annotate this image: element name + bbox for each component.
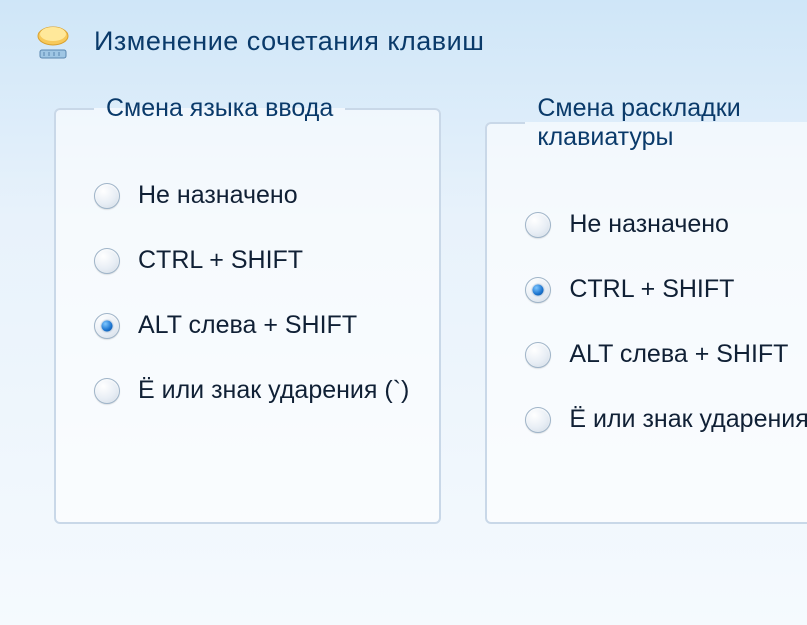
option-label: CTRL + SHIFT [569, 275, 734, 304]
dialog-title: Изменение сочетания клавиш [94, 26, 484, 57]
radio-icon[interactable] [525, 407, 551, 433]
option-not-assigned[interactable]: Не назначено [525, 210, 807, 239]
radio-icon[interactable] [94, 183, 120, 209]
group-legend: Смена языка ввода [94, 94, 345, 123]
option-ctrl-shift[interactable]: CTRL + SHIFT [525, 275, 807, 304]
dialog-header: Изменение сочетания клавиш [0, 0, 807, 94]
option-left-alt-shift[interactable]: ALT слева + SHIFT [525, 340, 807, 369]
radio-icon[interactable] [525, 342, 551, 368]
option-label: ALT слева + SHIFT [569, 340, 788, 369]
change-key-sequence-dialog: Изменение сочетания клавиш Смена языка в… [0, 0, 807, 625]
option-label: Ё или знак ударения (`) [569, 405, 807, 434]
option-grave-accent[interactable]: Ё или знак ударения (`) [94, 376, 409, 405]
option-left-alt-shift[interactable]: ALT слева + SHIFT [94, 311, 409, 340]
radio-icon[interactable] [94, 248, 120, 274]
option-ctrl-shift[interactable]: CTRL + SHIFT [94, 246, 409, 275]
group-legend: Смена раскладки клавиатуры [525, 94, 807, 152]
option-label: Не назначено [138, 181, 298, 210]
option-label: ALT слева + SHIFT [138, 311, 357, 340]
option-label: CTRL + SHIFT [138, 246, 303, 275]
option-not-assigned[interactable]: Не назначено [94, 181, 409, 210]
option-grave-accent[interactable]: Ё или знак ударения (`) [525, 405, 807, 434]
radio-icon[interactable] [94, 378, 120, 404]
option-label: Не назначено [569, 210, 729, 239]
groups-container: Смена языка ввода Не назначено CTRL + SH… [0, 94, 807, 524]
keyboard-layout-icon [32, 20, 74, 62]
radio-icon[interactable] [94, 313, 120, 339]
option-label: Ё или знак ударения (`) [138, 376, 409, 405]
group-input-language: Смена языка ввода Не назначено CTRL + SH… [54, 94, 441, 524]
radio-icon[interactable] [525, 277, 551, 303]
radio-icon[interactable] [525, 212, 551, 238]
group-keyboard-layout: Смена раскладки клавиатуры Не назначено … [485, 94, 807, 524]
